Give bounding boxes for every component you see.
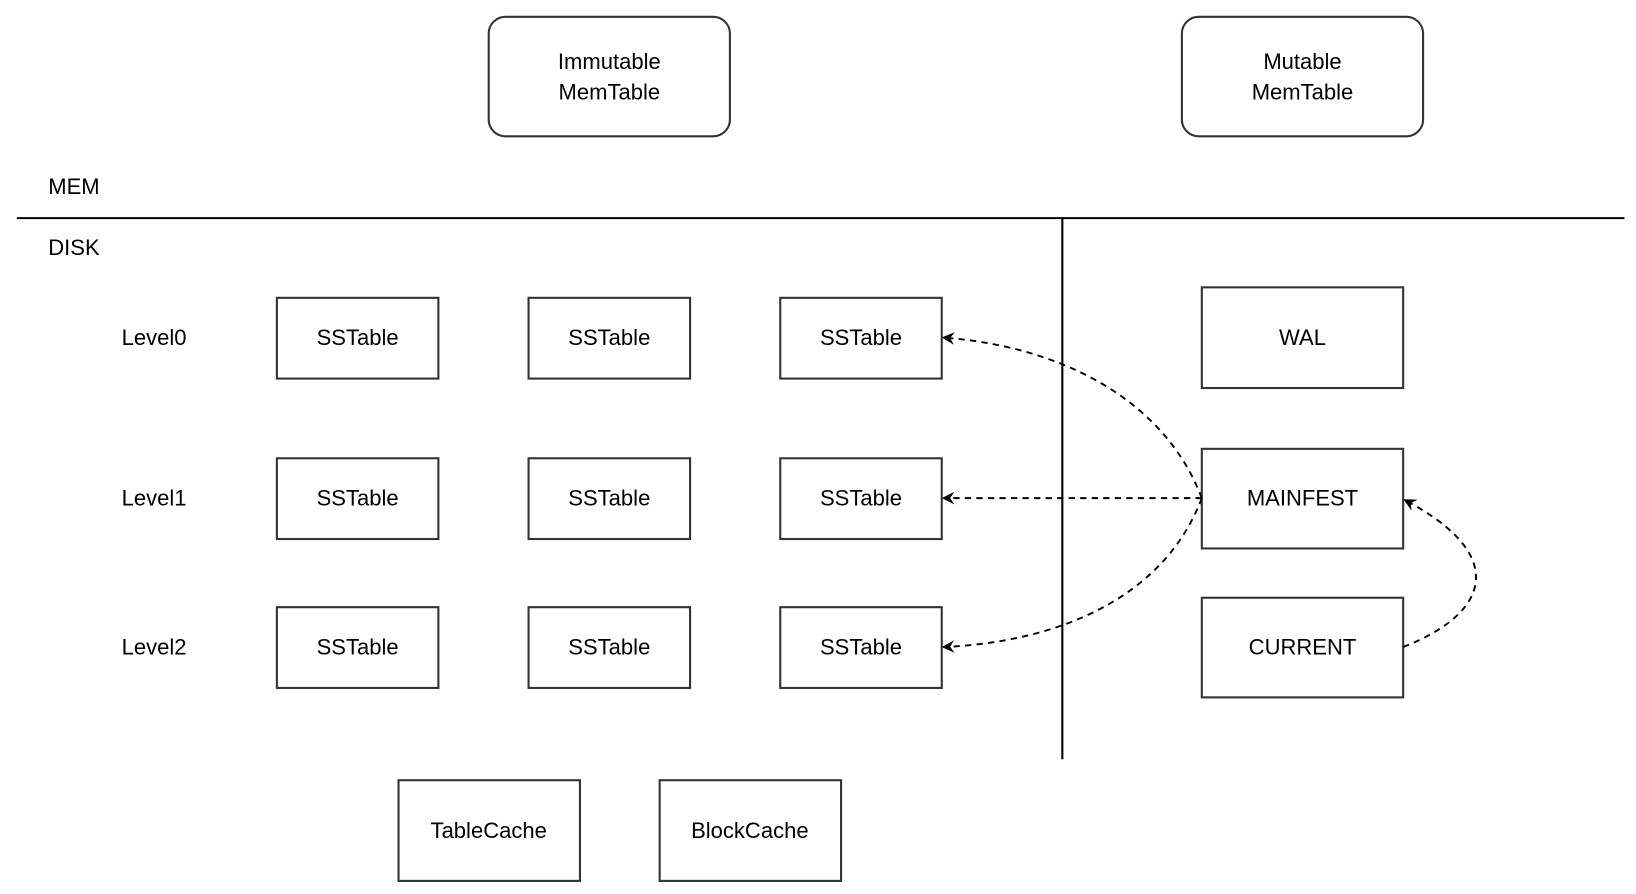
- node-label: SSTable: [820, 634, 902, 659]
- current-node[interactable]: CURRENT: [1200, 596, 1405, 699]
- sstable-node[interactable]: SSTable: [779, 296, 943, 380]
- sstable-node[interactable]: SSTable: [275, 606, 440, 689]
- disk-label: DISK: [48, 235, 100, 260]
- node-label: MemTable: [559, 80, 661, 105]
- node-label: SSTable: [568, 325, 650, 350]
- sstable-node[interactable]: SSTable: [779, 606, 943, 689]
- lsm-diagram: Immutable MemTable Mutable MemTable MEM …: [16, 15, 1625, 882]
- edge-manifest-level0: [941, 332, 1203, 499]
- node-label: SSTable: [317, 325, 399, 350]
- mem-label: MEM: [48, 174, 99, 199]
- immutable-memtable-node[interactable]: Immutable MemTable: [487, 15, 731, 138]
- node-label: SSTable: [568, 485, 650, 510]
- sstable-node[interactable]: SSTable: [779, 457, 943, 541]
- node-label: TableCache: [431, 818, 547, 843]
- level1-label: Level1: [122, 485, 187, 510]
- node-label: Mutable: [1263, 49, 1341, 74]
- sstable-node[interactable]: SSTable: [527, 296, 692, 380]
- level2-label: Level2: [122, 634, 187, 659]
- manifest-node[interactable]: MAINFEST: [1200, 447, 1405, 550]
- table-cache-node[interactable]: TableCache: [397, 779, 581, 882]
- node-label: WAL: [1279, 325, 1326, 350]
- sstable-node[interactable]: SSTable: [275, 296, 440, 380]
- edge-manifest-level2: [941, 497, 1203, 653]
- mutable-memtable-node[interactable]: Mutable MemTable: [1180, 15, 1425, 138]
- node-label: MemTable: [1252, 80, 1354, 105]
- level0-label: Level0: [122, 325, 187, 350]
- sstable-node[interactable]: SSTable: [527, 606, 692, 689]
- node-label: BlockCache: [691, 818, 808, 843]
- node-label: Immutable: [558, 49, 661, 74]
- sstable-node[interactable]: SSTable: [527, 457, 692, 541]
- node-label: MAINFEST: [1247, 485, 1358, 510]
- sstable-grid: SSTable SSTable SSTable SSTable SSTable …: [275, 296, 943, 689]
- node-label: CURRENT: [1249, 634, 1357, 659]
- node-label: SSTable: [568, 634, 650, 659]
- edge-current-manifest: [1402, 499, 1477, 648]
- wal-node[interactable]: WAL: [1200, 286, 1405, 390]
- node-label: SSTable: [820, 485, 902, 510]
- node-label: SSTable: [317, 634, 399, 659]
- node-label: SSTable: [317, 485, 399, 510]
- block-cache-node[interactable]: BlockCache: [658, 779, 843, 882]
- sstable-node[interactable]: SSTable: [275, 457, 440, 541]
- node-label: SSTable: [820, 325, 902, 350]
